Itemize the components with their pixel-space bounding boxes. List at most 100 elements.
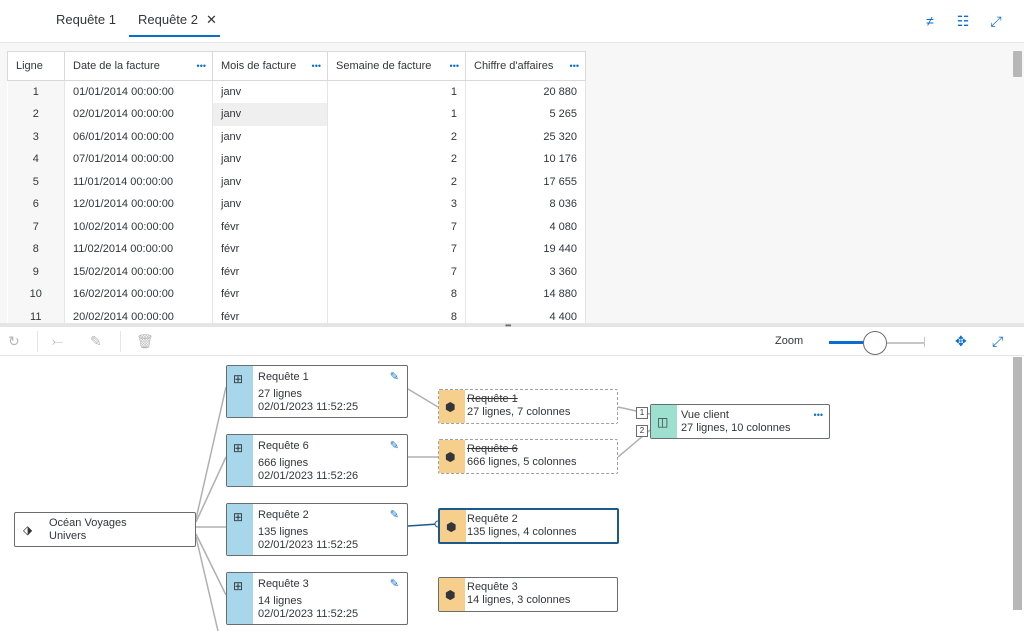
tab-requete-1[interactable]: Requête 1 xyxy=(56,12,116,27)
table-cell[interactable]: janv xyxy=(212,103,328,126)
table-cell[interactable]: 3 xyxy=(7,125,65,148)
table-scrollbar[interactable] xyxy=(1013,51,1022,77)
table-cell[interactable]: 8 xyxy=(327,305,466,323)
delete-icon[interactable]: 🗑 xyxy=(136,333,154,350)
table-cell[interactable]: 17 655 xyxy=(465,170,586,193)
column-menu-icon[interactable]: ••• xyxy=(450,61,459,71)
dataset-node-requete-2[interactable]: ⬢ Requête 2 135 lignes, 4 colonnes xyxy=(438,508,619,544)
table-cell[interactable]: 7 xyxy=(327,238,466,261)
table-cell[interactable]: 3 xyxy=(327,193,466,216)
table-cell[interactable]: janv xyxy=(212,80,328,103)
table-cell[interactable]: 01/01/2014 00:00:00 xyxy=(64,80,213,103)
table-cell[interactable]: févr xyxy=(212,283,328,306)
view-node-vue-client[interactable]: ◫ Vue client 27 lignes, 10 colonnes ••• xyxy=(650,404,830,439)
table-cell[interactable]: 1 xyxy=(327,103,466,126)
table-cell[interactable]: 8 xyxy=(327,283,466,306)
column-header-ca[interactable]: Chiffre d'affaires ••• xyxy=(465,51,586,81)
table-cell[interactable]: 07/01/2014 00:00:00 xyxy=(64,148,213,171)
table-cell[interactable]: 3 360 xyxy=(465,260,586,283)
tab-requete-2[interactable]: Requête 2 xyxy=(138,12,198,27)
table-cell[interactable]: 14 880 xyxy=(465,283,586,306)
column-menu-icon[interactable]: ••• xyxy=(312,61,321,71)
table-cell[interactable]: 6 xyxy=(7,193,65,216)
table-cell[interactable]: 4 400 xyxy=(465,305,586,323)
dataset-node-requete-1[interactable]: ⬢ Requête 1 27 lignes, 7 colonnes xyxy=(438,389,618,424)
table-cell[interactable]: 11/01/2014 00:00:00 xyxy=(64,170,213,193)
zoom-slider-thumb[interactable] xyxy=(863,331,887,355)
table-cell[interactable]: févr xyxy=(212,238,328,261)
table-cell[interactable]: janv xyxy=(212,125,328,148)
edit-query-icon[interactable]: ✎ xyxy=(390,577,399,590)
column-menu-icon[interactable]: ••• xyxy=(197,61,206,71)
dataset-node-requete-6[interactable]: ⬢ Requête 6 666 lignes, 5 colonnes xyxy=(438,439,618,474)
table-cell[interactable]: 06/01/2014 00:00:00 xyxy=(64,125,213,148)
edit-icon[interactable]: ✎ xyxy=(90,333,102,350)
table-cell[interactable]: 20 880 xyxy=(465,80,586,103)
table-row[interactable]: 1 01/01/2014 00:00:00 janv 1 20 880 xyxy=(7,80,586,103)
table-cell[interactable]: 1 xyxy=(7,80,65,103)
table-cell[interactable]: 2 xyxy=(327,125,466,148)
table-cell[interactable]: 12/01/2014 00:00:00 xyxy=(64,193,213,216)
more-options-icon[interactable]: ••• xyxy=(814,410,823,420)
query-node-requete-6[interactable]: ⊞ Requête 6 ✎ 666 lignes 02/01/2023 11:5… xyxy=(226,434,408,487)
edit-query-icon[interactable]: ✎ xyxy=(390,508,399,521)
table-cell[interactable]: janv xyxy=(212,148,328,171)
table-cell[interactable]: févr xyxy=(212,305,328,323)
merge-icon[interactable]: ⤚ xyxy=(52,333,63,350)
table-cell[interactable]: janv xyxy=(212,193,328,216)
table-cell[interactable]: 2 xyxy=(327,148,466,171)
table-cell[interactable]: 11/02/2014 00:00:00 xyxy=(64,238,213,261)
table-cell[interactable]: févr xyxy=(212,260,328,283)
table-cell[interactable]: 4 xyxy=(7,148,65,171)
table-row[interactable]: 10 16/02/2014 00:00:00 févr 8 14 880 xyxy=(7,283,586,306)
table-cell[interactable]: 10 176 xyxy=(465,148,586,171)
table-cell[interactable]: 16/02/2014 00:00:00 xyxy=(64,283,213,306)
universe-source-node[interactable]: ⬗ Océan Voyages Univers xyxy=(14,512,196,547)
table-row[interactable]: 3 06/01/2014 00:00:00 janv 2 25 320 xyxy=(7,125,586,148)
table-cell[interactable]: 10/02/2014 00:00:00 xyxy=(64,215,213,238)
edit-query-icon[interactable]: ✎ xyxy=(390,370,399,383)
not-equal-icon[interactable]: ≠ xyxy=(920,11,940,31)
edit-query-icon[interactable]: ✎ xyxy=(390,439,399,452)
fullscreen-icon[interactable]: ⤢ xyxy=(986,11,1006,31)
table-cell[interactable]: 02/01/2014 00:00:00 xyxy=(64,103,213,126)
close-tab-icon[interactable]: ✕ xyxy=(206,12,217,28)
table-cell[interactable]: 5 xyxy=(7,170,65,193)
table-row[interactable]: 2 02/01/2014 00:00:00 janv 1 5 265 xyxy=(7,103,586,126)
table-cell[interactable]: 20/02/2014 00:00:00 xyxy=(64,305,213,323)
table-cell[interactable]: 2 xyxy=(327,170,466,193)
refresh-icon[interactable]: ↻ xyxy=(8,333,20,350)
table-cell[interactable]: 9 xyxy=(7,260,65,283)
column-menu-icon[interactable]: ••• xyxy=(570,61,579,71)
table-cell[interactable]: 19 440 xyxy=(465,238,586,261)
query-node-requete-2[interactable]: ⊞ Requête 2 ✎ 135 lignes 02/01/2023 11:5… xyxy=(226,503,408,556)
table-cell[interactable]: 11 xyxy=(7,305,65,323)
table-cell[interactable]: 2 xyxy=(7,103,65,126)
table-row[interactable]: 9 15/02/2014 00:00:00 févr 7 3 360 xyxy=(7,260,586,283)
diagram-scrollbar[interactable] xyxy=(1013,357,1022,610)
table-cell[interactable]: 25 320 xyxy=(465,125,586,148)
table-cell[interactable]: 7 xyxy=(327,215,466,238)
table-cell[interactable]: 7 xyxy=(327,260,466,283)
column-header-date[interactable]: Date de la facture ••• xyxy=(64,51,213,81)
table-row[interactable]: 8 11/02/2014 00:00:00 févr 7 19 440 xyxy=(7,238,586,261)
table-row[interactable]: 7 10/02/2014 00:00:00 févr 7 4 080 xyxy=(7,215,586,238)
table-cell[interactable]: 1 xyxy=(327,80,466,103)
dataset-node-requete-3[interactable]: ⬢ Requête 3 14 lignes, 3 colonnes xyxy=(438,577,618,612)
column-header-mois[interactable]: Mois de facture ••• xyxy=(212,51,328,81)
table-cell[interactable]: 5 265 xyxy=(465,103,586,126)
table-cell[interactable]: 15/02/2014 00:00:00 xyxy=(64,260,213,283)
table-cell[interactable]: 8 036 xyxy=(465,193,586,216)
table-cell[interactable]: 10 xyxy=(7,283,65,306)
column-list-icon[interactable]: ☷ xyxy=(953,11,973,31)
table-row[interactable]: 6 12/01/2014 00:00:00 janv 3 8 036 xyxy=(7,193,586,216)
table-cell[interactable]: 8 xyxy=(7,238,65,261)
expand-icon[interactable]: ⤢ xyxy=(992,333,1003,350)
table-row[interactable]: 5 11/01/2014 00:00:00 janv 2 17 655 xyxy=(7,170,586,193)
table-cell[interactable]: 7 xyxy=(7,215,65,238)
column-header-ligne[interactable]: Ligne xyxy=(7,51,65,81)
table-cell[interactable]: 4 080 xyxy=(465,215,586,238)
table-cell[interactable]: janv xyxy=(212,170,328,193)
column-header-semaine[interactable]: Semaine de facture ••• xyxy=(327,51,466,81)
table-row[interactable]: 4 07/01/2014 00:00:00 janv 2 10 176 xyxy=(7,148,586,171)
